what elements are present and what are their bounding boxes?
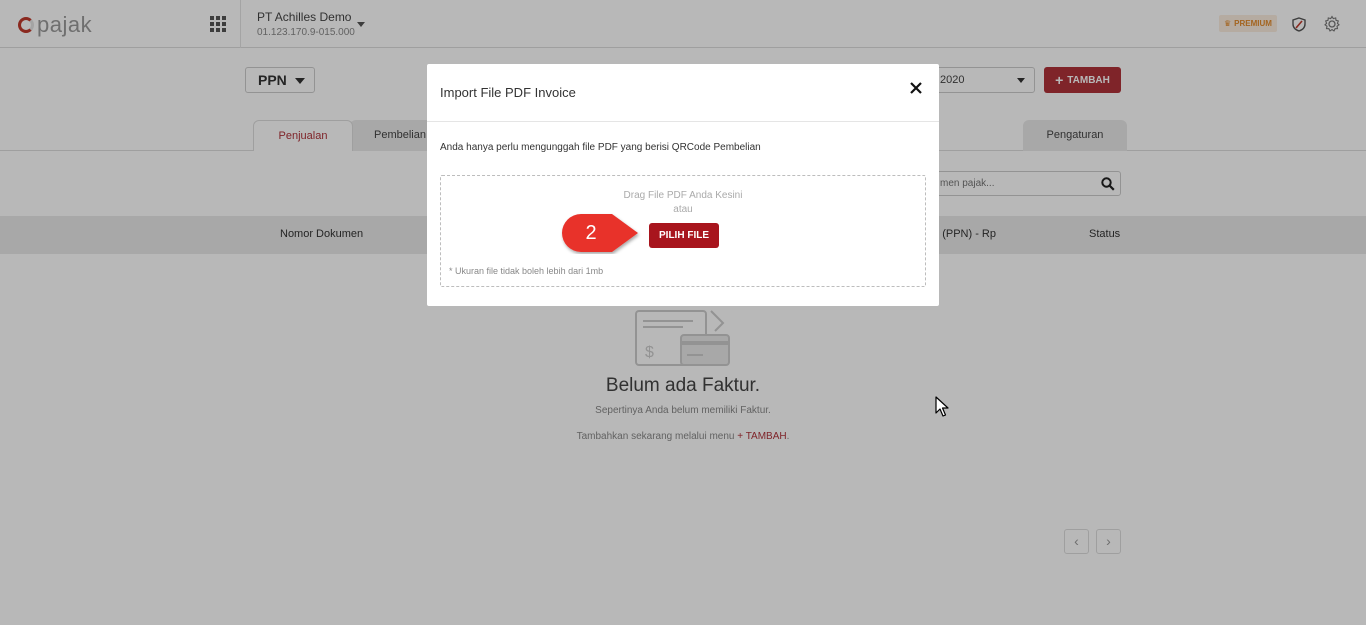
close-icon[interactable] [908,80,924,96]
file-size-note: * Ukuran file tidak boleh lebih dari 1mb [449,266,604,276]
modal-header: Import File PDF Invoice [427,64,939,122]
step-marker-number: 2 [585,222,597,244]
modal-title: Import File PDF Invoice [440,85,576,100]
dropzone-or: atau [673,204,693,215]
dropzone-hint: Drag File PDF Anda Kesini [623,190,743,201]
choose-file-button[interactable]: PILIH FILE [649,223,719,248]
import-pdf-modal: Import File PDF Invoice Anda hanya perlu… [427,64,939,306]
modal-description: Anda hanya perlu mengunggah file PDF yan… [440,142,761,153]
pdf-dropzone[interactable]: Drag File PDF Anda Kesini atau PILIH FIL… [440,175,926,287]
mouse-cursor-icon [935,396,949,417]
